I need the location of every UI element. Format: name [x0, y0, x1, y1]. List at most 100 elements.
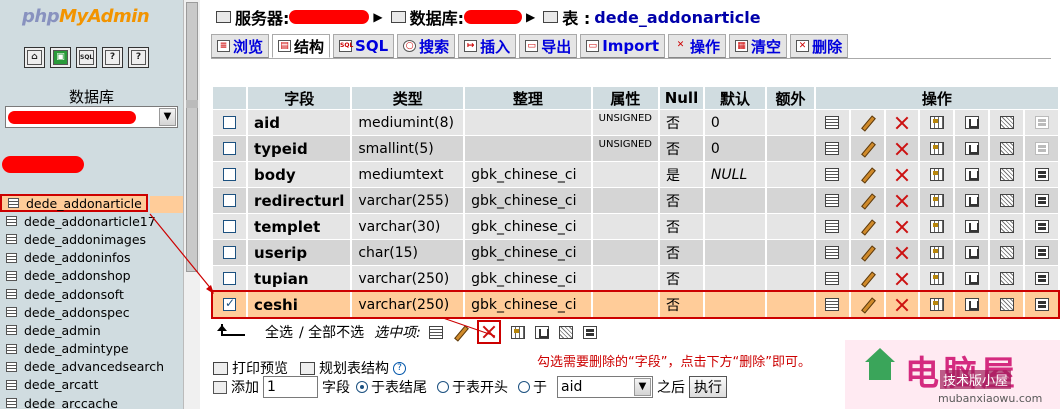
- bulk-browse-icon[interactable]: [428, 325, 443, 339]
- table-item[interactable]: dede_addonsoft: [0, 285, 183, 303]
- drop-icon[interactable]: [895, 142, 909, 155]
- row-checkbox-cell[interactable]: [213, 214, 247, 239]
- help-icon[interactable]: ?: [393, 361, 406, 375]
- bulk-drop-button[interactable]: [476, 320, 501, 344]
- index-icon[interactable]: [999, 194, 1014, 207]
- tab-empty[interactable]: ▦ 清空: [729, 34, 788, 58]
- row-checkbox-cell[interactable]: [213, 266, 247, 291]
- bulk-primary-icon[interactable]: [510, 325, 525, 339]
- change-icon[interactable]: [860, 194, 874, 207]
- table-browse-icon[interactable]: [8, 198, 19, 209]
- row-checkbox[interactable]: [223, 116, 237, 129]
- table-browse-icon[interactable]: [6, 252, 17, 263]
- table-row[interactable]: aid mediumint(8) UNSIGNED 否 0: [213, 110, 1058, 135]
- table-row[interactable]: tupian varchar(250) gbk_chinese_ci 否: [213, 266, 1058, 291]
- tab-operations[interactable]: ✕ 操作: [668, 34, 727, 58]
- action-browse-cell[interactable]: [815, 188, 849, 213]
- action-browse-cell[interactable]: [815, 214, 849, 239]
- action-change-cell[interactable]: [850, 266, 884, 291]
- field-count-input[interactable]: [263, 376, 318, 398]
- at-end-label[interactable]: 于表结尾: [371, 377, 427, 397]
- table-browse-icon[interactable]: [6, 361, 17, 372]
- table-item[interactable]: dede_addonimages: [0, 230, 183, 248]
- tab-drop[interactable]: ✕ 删除: [790, 34, 849, 58]
- table-browse-icon[interactable]: [6, 289, 17, 300]
- unique-icon[interactable]: [964, 194, 979, 207]
- database-select[interactable]: ▼: [5, 106, 178, 128]
- action-browse-cell[interactable]: [815, 136, 849, 161]
- drop-icon[interactable]: [895, 298, 909, 311]
- unique-icon[interactable]: [964, 220, 979, 233]
- action-fulltext-cell[interactable]: [1025, 162, 1058, 187]
- table-item[interactable]: dede_addonshop: [0, 267, 183, 285]
- action-drop-cell[interactable]: [885, 110, 919, 135]
- browse-icon[interactable]: [825, 246, 840, 259]
- action-drop-cell[interactable]: [885, 266, 919, 291]
- change-icon[interactable]: [860, 298, 874, 311]
- table-item[interactable]: dede_addonarticle17: [0, 212, 183, 230]
- table-row[interactable]: body mediumtext gbk_chinese_ci 是 NULL: [213, 162, 1058, 187]
- table-row[interactable]: typeid smallint(5) UNSIGNED 否 0: [213, 136, 1058, 161]
- table-browse-icon[interactable]: [6, 379, 17, 390]
- tab-sql[interactable]: SQL SQL: [333, 34, 395, 58]
- unique-icon[interactable]: [964, 168, 979, 181]
- action-unique-cell[interactable]: [955, 162, 989, 187]
- action-primary-cell[interactable]: [920, 240, 954, 265]
- unique-icon[interactable]: [964, 142, 979, 155]
- index-icon[interactable]: [999, 246, 1014, 259]
- row-checkbox[interactable]: [223, 194, 237, 207]
- unique-icon[interactable]: [964, 246, 979, 259]
- change-icon[interactable]: [860, 246, 874, 259]
- table-browse-icon[interactable]: [6, 307, 17, 318]
- primary-icon[interactable]: [929, 142, 944, 155]
- action-primary-cell[interactable]: [920, 110, 954, 135]
- row-checkbox-cell[interactable]: [213, 136, 247, 161]
- action-fulltext-cell[interactable]: [1025, 240, 1058, 265]
- primary-icon[interactable]: [929, 272, 944, 285]
- index-icon[interactable]: [999, 116, 1014, 129]
- row-checkbox[interactable]: [223, 220, 237, 233]
- browse-icon[interactable]: [825, 142, 840, 155]
- table-row[interactable]: userip char(15) gbk_chinese_ci 否: [213, 240, 1058, 265]
- fulltext-icon[interactable]: [1034, 220, 1049, 233]
- fulltext-icon[interactable]: [1034, 116, 1049, 129]
- after-label[interactable]: 于: [533, 377, 547, 397]
- unique-icon[interactable]: [964, 116, 979, 129]
- table-browse-icon[interactable]: [6, 343, 17, 354]
- drop-icon[interactable]: [895, 272, 909, 285]
- action-index-cell[interactable]: [990, 292, 1024, 317]
- index-icon[interactable]: [999, 298, 1014, 311]
- action-primary-cell[interactable]: [920, 136, 954, 161]
- action-index-cell[interactable]: [990, 214, 1024, 239]
- primary-icon[interactable]: [929, 298, 944, 311]
- action-browse-cell[interactable]: [815, 292, 849, 317]
- index-icon[interactable]: [999, 220, 1014, 233]
- radio-at-end[interactable]: [356, 381, 368, 393]
- primary-icon[interactable]: [929, 220, 944, 233]
- fulltext-icon[interactable]: [1034, 194, 1049, 207]
- action-change-cell[interactable]: [850, 240, 884, 265]
- table-browse-icon[interactable]: [6, 216, 17, 227]
- table-browse-icon[interactable]: [6, 234, 17, 245]
- table-item[interactable]: dede_arccache: [0, 394, 183, 409]
- table-item[interactable]: dede_admintype: [0, 340, 183, 358]
- table-row[interactable]: ceshivarchar(250)gbk_chinese_ci 否: [211, 290, 1060, 319]
- table-browse-icon[interactable]: [6, 270, 17, 281]
- action-browse-cell[interactable]: [815, 162, 849, 187]
- action-unique-cell[interactable]: [955, 188, 989, 213]
- primary-icon[interactable]: [929, 246, 944, 259]
- row-checkbox[interactable]: [223, 168, 237, 181]
- browse-icon[interactable]: [825, 194, 840, 207]
- action-change-cell[interactable]: [850, 162, 884, 187]
- tab-import[interactable]: ▭ Import: [580, 34, 666, 58]
- action-change-cell[interactable]: [850, 292, 884, 317]
- action-change-cell[interactable]: [850, 110, 884, 135]
- action-fulltext-cell[interactable]: [1025, 136, 1058, 161]
- table-browse-icon[interactable]: [6, 398, 17, 409]
- tab-export[interactable]: ▭ 导出: [519, 34, 578, 58]
- table-item[interactable]: dede_addoninfos: [0, 249, 183, 267]
- docs-icon[interactable]: ?: [102, 47, 123, 68]
- action-browse-cell[interactable]: [815, 266, 849, 291]
- drop-icon[interactable]: [895, 168, 909, 181]
- change-icon[interactable]: [860, 142, 874, 155]
